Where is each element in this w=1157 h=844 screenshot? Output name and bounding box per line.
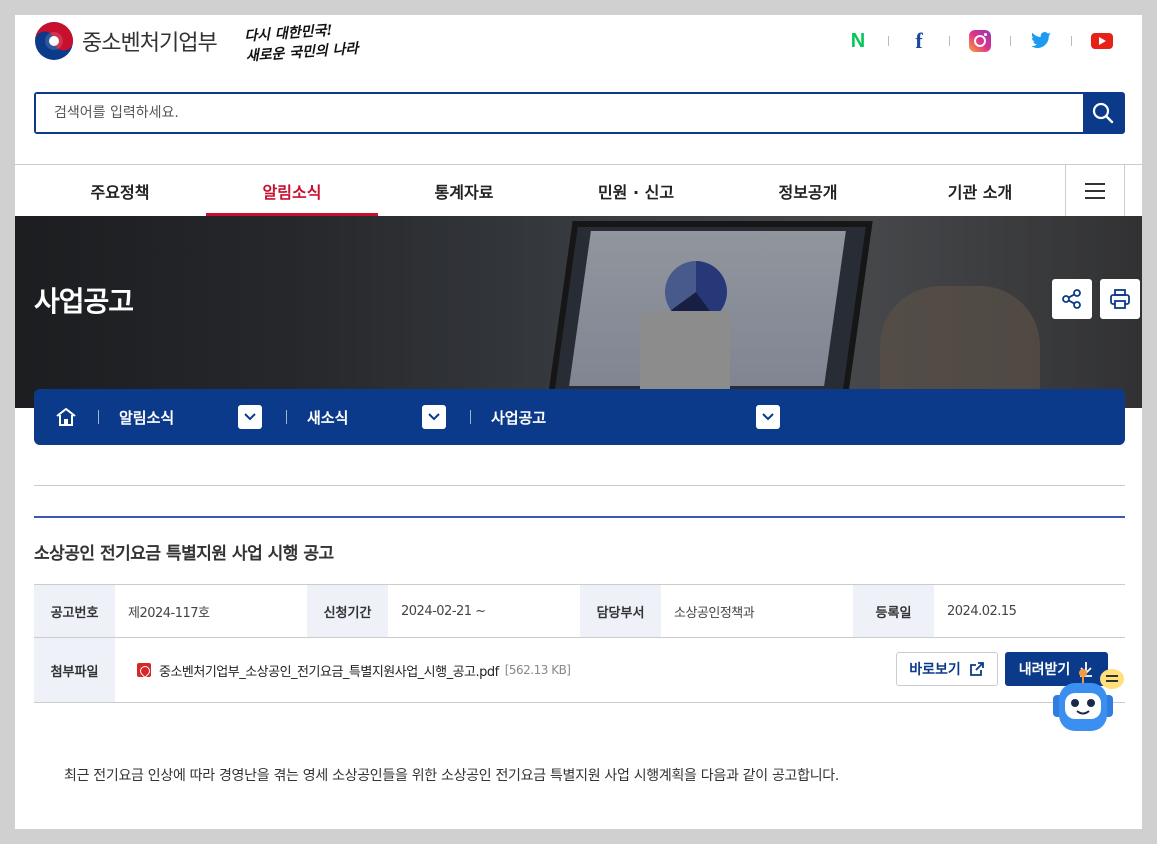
slogan: 다시 대한민국! 새로운 국민의 나라 (244, 19, 359, 66)
nav-item-policy[interactable]: 주요정책 (34, 165, 206, 216)
external-link-icon (969, 662, 984, 676)
notice-no-value: 제2024-117호 (128, 605, 210, 621)
divider (949, 36, 950, 46)
hero-overlay (15, 216, 1142, 408)
table-row: 공고번호 제2024-117호 신청기간 2024-02-21 ~ 담당부서 소… (34, 585, 1125, 638)
notice-no-label: 공고번호 (34, 585, 115, 637)
print-icon (1110, 289, 1130, 309)
attachment-label: 첨부파일 (34, 638, 115, 702)
table-row: 첨부파일 중소벤처기업부_소상공인_전기요금_특별지원사업_시행_공고.pdf … (34, 638, 1125, 703)
date-label: 등록일 (853, 585, 934, 637)
twitter-icon[interactable] (1029, 29, 1053, 53)
share-button[interactable] (1052, 279, 1092, 319)
facebook-icon[interactable]: f (907, 28, 931, 53)
chevron-down-icon (238, 405, 262, 429)
share-icon (1062, 289, 1081, 309)
nav-item-about[interactable]: 기관 소개 (894, 165, 1066, 216)
view-button[interactable]: 바로보기 (896, 652, 998, 686)
search-button[interactable] (1083, 94, 1123, 132)
home-button[interactable] (34, 407, 98, 427)
hamburger-icon (1085, 182, 1105, 199)
divider (888, 36, 889, 46)
ministry-name: 중소벤처기업부 (82, 31, 218, 56)
chevron-down-icon (422, 405, 446, 429)
dept-label: 담당부서 (580, 585, 661, 637)
nav-item-news[interactable]: 알림소식 (206, 165, 378, 216)
page-title: 사업공고 (34, 285, 134, 318)
search-icon (1092, 102, 1114, 124)
instagram-icon[interactable] (968, 29, 992, 53)
breadcrumb: 알림소식 새소식 사업공고 (34, 389, 1125, 445)
period-value: 2024-02-21 ~ (401, 603, 486, 619)
taegeuk-emblem-icon (35, 22, 73, 60)
chevron-down-icon (756, 405, 780, 429)
breadcrumb-label: 사업공고 (491, 408, 547, 427)
main-nav: 주요정책 알림소식 통계자료 민원 · 신고 정보공개 기관 소개 (34, 165, 1125, 216)
breadcrumb-item-news[interactable]: 알림소식 (99, 405, 262, 429)
search-bar (34, 92, 1125, 134)
naver-icon[interactable]: N (846, 29, 870, 53)
nav-item-statistics[interactable]: 통계자료 (378, 165, 550, 216)
date-value: 2024.02.15 (947, 603, 1017, 619)
divider (1071, 36, 1072, 46)
post-body: 최근 전기요금 인상에 따라 경영난을 겪는 영세 소상공인들을 위한 소상공인… (64, 768, 840, 784)
breadcrumb-label: 새소식 (307, 408, 349, 427)
search-input[interactable] (36, 94, 1083, 132)
youtube-icon[interactable] (1090, 29, 1114, 53)
period-label: 신청기간 (307, 585, 388, 637)
post-info-table: 공고번호 제2024-117호 신청기간 2024-02-21 ~ 담당부서 소… (34, 584, 1125, 703)
dept-value: 소상공인정책과 (674, 605, 755, 621)
divider (34, 516, 1125, 518)
all-menu-button[interactable] (1065, 165, 1125, 216)
breadcrumb-item-announcement[interactable]: 사업공고 (471, 405, 780, 429)
ministry-logo[interactable]: 중소벤처기업부 (34, 21, 218, 61)
nav-item-civil-petition[interactable]: 민원 · 신고 (550, 165, 722, 216)
post-title: 소상공인 전기요금 특별지원 사업 시행 공고 (34, 544, 334, 564)
home-icon (56, 407, 76, 426)
attachment-file-name[interactable]: 중소벤처기업부_소상공인_전기요금_특별지원사업_시행_공고.pdf (159, 661, 499, 680)
divider (34, 485, 1125, 486)
sns-links: N f (846, 28, 1114, 53)
nav-item-disclosure[interactable]: 정보공개 (722, 165, 894, 216)
chatbot-button[interactable] (1045, 665, 1127, 739)
breadcrumb-item-newsfeed[interactable]: 새소식 (287, 405, 446, 429)
breadcrumb-label: 알림소식 (119, 408, 175, 427)
divider (1010, 36, 1011, 46)
chatbot-robot-icon (1053, 669, 1124, 731)
print-button[interactable] (1100, 279, 1140, 319)
page: 중소벤처기업부 다시 대한민국! 새로운 국민의 나라 N f 주요정책 알림소… (15, 15, 1142, 829)
hero-banner: 사업공고 (15, 216, 1142, 408)
attachment-file-size: [562.13 KB] (504, 663, 571, 677)
pdf-icon (137, 663, 151, 677)
